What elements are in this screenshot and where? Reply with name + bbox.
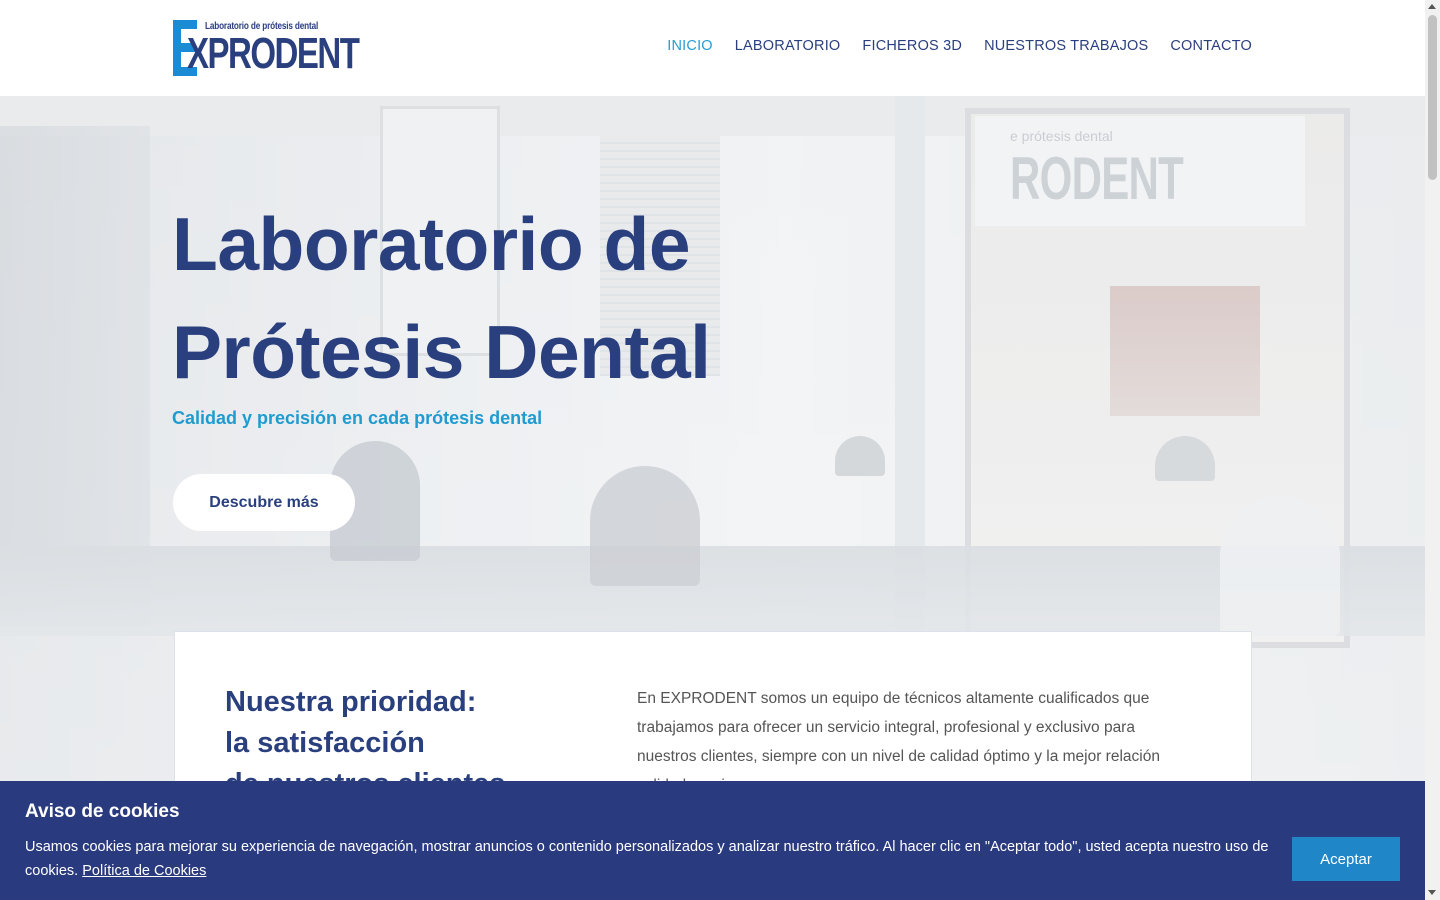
site-header: Laboratorio de prótesis dental XPRODENT … — [0, 0, 1425, 96]
discover-more-button[interactable]: Descubre más — [173, 474, 355, 531]
cookie-title: Aviso de cookies — [25, 801, 180, 822]
cookie-banner: Aviso de cookies Usamos cookies para mej… — [0, 781, 1425, 900]
cookie-text: Usamos cookies para mejorar su experienc… — [25, 835, 1275, 883]
logo-wordmark: XPRODENT — [187, 29, 360, 78]
scrollbar-thumb[interactable] — [1428, 15, 1437, 180]
nav-item-inicio[interactable]: INICIO — [667, 38, 713, 54]
intro-title-line: la satisfacción — [225, 727, 425, 759]
page-scrollbar[interactable] — [1425, 0, 1440, 900]
nav-item-laboratorio[interactable]: LABORATORIO — [735, 38, 841, 54]
scroll-up-arrow-icon[interactable] — [1428, 4, 1436, 9]
hero-title-line: Prótesis Dental — [172, 310, 711, 394]
scroll-down-arrow-icon[interactable] — [1428, 890, 1436, 895]
nav-item-ficheros-3d[interactable]: FICHEROS 3D — [862, 38, 962, 54]
cookie-message: Usamos cookies para mejorar su experienc… — [25, 839, 1269, 879]
main-nav: INICIO LABORATORIO FICHEROS 3D NUESTROS … — [667, 38, 1252, 54]
exprodent-logo[interactable]: Laboratorio de prótesis dental XPRODENT — [173, 20, 360, 78]
nav-item-contacto[interactable]: CONTACTO — [1170, 38, 1252, 54]
cookie-policy-link[interactable]: Política de Cookies — [82, 863, 206, 879]
intro-title-line: Nuestra prioridad: — [225, 686, 477, 718]
hero-title: Laboratorio de Prótesis Dental — [172, 190, 711, 406]
nav-item-nuestros-trabajos[interactable]: NUESTROS TRABAJOS — [984, 38, 1148, 54]
hero-title-line: Laboratorio de — [172, 202, 691, 286]
accept-cookies-button[interactable]: Aceptar — [1292, 837, 1400, 881]
hero-subtitle: Calidad y precisión en cada prótesis den… — [172, 408, 543, 428]
